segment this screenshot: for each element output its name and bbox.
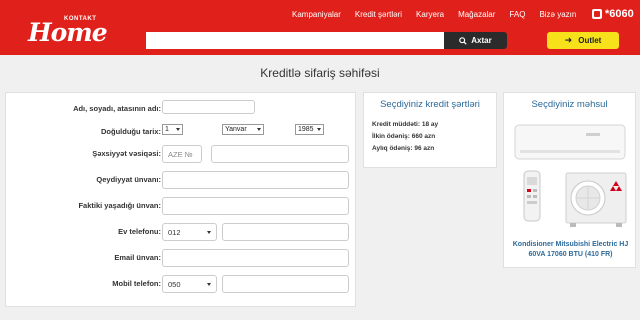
search-button[interactable]: Axtar (444, 32, 507, 49)
caret-down-icon (207, 282, 211, 286)
actual-address-label: Faktiki yaşadığı ünvan: (78, 201, 161, 210)
header: KONTAKT Home Kampaniyalar Kredit şərtlər… (0, 0, 640, 55)
nav-campaigns[interactable]: Kampaniyalar (292, 10, 341, 19)
dob-month-value: Yanvar (225, 126, 247, 133)
outlet-label: Outlet (578, 36, 602, 45)
home-phone-row: Ev telefonu: 012 (6, 223, 357, 241)
top-nav: Kampaniyalar Kredit şərtləri Karyera Mağ… (292, 10, 576, 19)
actual-address-row: Faktiki yaşadığı ünvan: (6, 197, 357, 215)
caret-down-icon (207, 230, 211, 234)
id-row: Şəxsiyyət vəsiqəsi: AZE № (6, 145, 357, 163)
home-phone-code-select[interactable]: 012 (162, 223, 217, 241)
address-label: Qeydiyyat ünvanı: (96, 175, 161, 184)
mobile-field[interactable] (222, 275, 349, 293)
id-number-field[interactable] (211, 145, 349, 163)
nav-career[interactable]: Karyera (416, 10, 444, 19)
credit-terms-panel: Seçdiyiniz kredit şərtləri Kredit müddət… (363, 92, 497, 168)
id-label: Şəxsiyyət vəsiqəsi: (92, 149, 161, 158)
dob-year-value: 1985 (298, 126, 314, 133)
phone-link[interactable]: *6060 (592, 8, 634, 20)
search-icon (459, 36, 467, 45)
name-row: Adı, soyadı, atasının adı: (6, 100, 357, 118)
credit-term: Kredit müddəti: 18 ay (372, 121, 439, 128)
outlet-button[interactable]: ➜ Outlet (547, 32, 619, 49)
arrow-right-icon: ➜ (564, 35, 573, 45)
email-field[interactable] (162, 249, 349, 267)
dob-row: Doğulduğu tarix: 1 Yanvar 1985 (6, 123, 357, 141)
credit-panel-title: Seçdiyiniz kredit şərtləri (380, 99, 480, 110)
name-field[interactable] (162, 100, 255, 114)
search-button-label: Axtar (471, 36, 492, 45)
id-prefix-field[interactable]: AZE № (162, 145, 202, 163)
email-row: Email ünvan: (6, 249, 357, 267)
mobile-code: 050 (168, 279, 181, 289)
name-label: Adı, soyadı, atasının adı: (73, 104, 161, 113)
product-name[interactable]: Kondisioner Mitsubishi Electric HJ 60VA … (508, 240, 633, 260)
caret-down-icon (176, 128, 180, 131)
home-phone-field[interactable] (222, 223, 349, 241)
product-panel-title: Seçdiyiniz məhsul (531, 99, 608, 110)
dob-day-select[interactable]: 1 (162, 124, 183, 135)
phone-number: *6060 (605, 8, 634, 20)
caret-down-icon (257, 128, 261, 131)
mobile-row: Mobil telefon: 050 (6, 275, 357, 293)
nav-contact[interactable]: Bizə yazın (539, 10, 576, 19)
mobile-code-select[interactable]: 050 (162, 275, 217, 293)
email-label: Email ünvan: (114, 253, 161, 262)
logo-text: Home (28, 18, 108, 47)
home-phone-code: 012 (168, 227, 181, 237)
nav-credit-terms[interactable]: Kredit şərtləri (355, 10, 402, 19)
page-title: Kreditlə sifariş səhifəsi (260, 66, 380, 80)
caret-down-icon (317, 128, 321, 131)
dob-day-value: 1 (165, 126, 169, 133)
home-phone-label: Ev telefonu: (118, 227, 161, 236)
air-conditioner-icon[interactable] (512, 123, 629, 231)
credit-down-payment: İlkin ödəniş: 660 azn (372, 133, 436, 140)
order-form: Adı, soyadı, atasının adı: Doğulduğu tar… (5, 92, 356, 307)
nav-stores[interactable]: Mağazalar (458, 10, 495, 19)
address-field[interactable] (162, 171, 349, 189)
logo[interactable]: KONTAKT Home (28, 12, 108, 48)
search-input[interactable] (146, 32, 444, 49)
phone-icon (592, 9, 602, 19)
dob-month-select[interactable]: Yanvar (222, 124, 264, 135)
address-row: Qeydiyyat ünvanı: (6, 171, 357, 189)
id-prefix: AZE № (168, 149, 193, 159)
dob-year-select[interactable]: 1985 (295, 124, 324, 135)
product-panel: Seçdiyiniz məhsul Kondisioner Mitsubishi… (503, 92, 636, 268)
mobile-label: Mobil telefon: (112, 279, 161, 288)
actual-address-field[interactable] (162, 197, 349, 215)
dob-label: Doğulduğu tarix: (101, 127, 161, 136)
credit-monthly: Aylıq ödəniş: 96 azn (372, 145, 435, 152)
nav-faq[interactable]: FAQ (509, 10, 525, 19)
